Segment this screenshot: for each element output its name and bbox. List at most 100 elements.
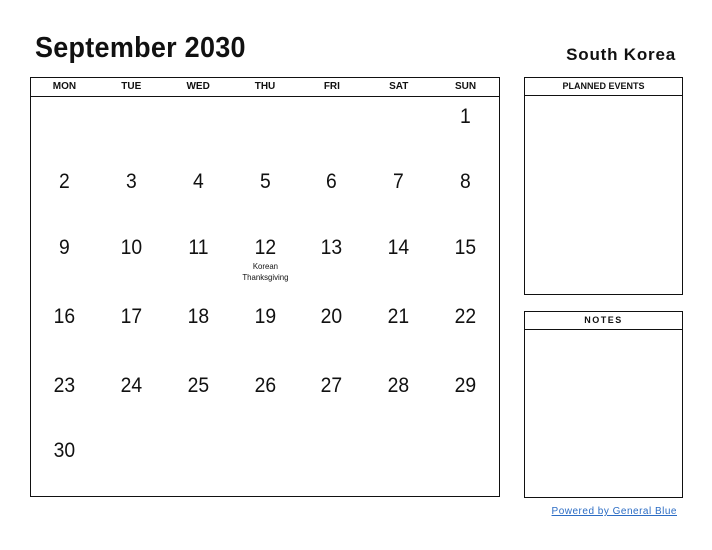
day-number [301,97,363,105]
day-number: 4 [192,170,204,193]
powered-by-link[interactable]: Powered by General Blue [552,506,677,517]
day-cell[interactable]: 13 [298,228,365,297]
day-number: 9 [59,236,70,259]
day-number: 8 [460,170,471,193]
day-number [101,431,163,439]
day-number [234,431,296,439]
day-cell[interactable]: 24 [98,366,165,431]
day-cell[interactable]: 2 [31,162,98,228]
day-cell[interactable] [98,431,165,495]
day-cell[interactable] [232,431,299,495]
notes-panel: NOTES [524,311,683,498]
day-number: 30 [53,439,76,462]
day-cell[interactable]: 22 [432,297,499,366]
day-cell[interactable]: 16 [31,297,98,366]
day-cell[interactable]: 26 [232,366,299,431]
day-number: 2 [59,170,70,193]
day-number: 14 [387,236,410,259]
day-cell[interactable]: 8 [432,162,499,228]
day-number [34,97,96,105]
day-cell[interactable] [31,97,98,162]
day-cell[interactable]: 20 [298,297,365,366]
day-cell[interactable]: 9 [31,228,98,297]
day-cell[interactable] [365,431,432,495]
day-number: 6 [326,170,338,193]
week-row: 30 [31,431,499,495]
day-cell[interactable] [232,97,299,162]
day-number: 15 [454,236,477,259]
day-number: 26 [254,374,276,397]
day-number [167,97,229,105]
day-number: 24 [120,374,143,397]
day-number: 22 [454,305,477,328]
day-cell[interactable]: 28 [365,366,432,431]
week-row: 23 24 25 26 27 28 29 [31,366,499,431]
day-cell[interactable]: 25 [165,366,232,431]
planned-events-heading: PLANNED EVENTS [525,78,682,96]
day-number: 12 [254,236,276,259]
weekday-header: MON TUE WED THU FRI SAT SUN [31,78,499,97]
day-cell[interactable]: 29 [432,366,499,431]
day-cell[interactable] [298,431,365,495]
day-cell[interactable]: 15 [432,228,499,297]
day-cell[interactable]: 6 [298,162,365,228]
day-cell[interactable] [298,97,365,162]
day-cell[interactable]: 18 [165,297,232,366]
day-cell[interactable] [165,97,232,162]
day-number: 20 [321,305,343,328]
day-cell[interactable]: 4 [165,162,232,228]
weekday-sat: SAT [389,81,409,92]
day-number [101,97,163,105]
weekday-fri: FRI [323,81,340,92]
day-number: 18 [187,305,209,328]
day-cell[interactable] [365,97,432,162]
day-cell[interactable]: 23 [31,366,98,431]
day-number: 5 [259,170,271,193]
day-cell[interactable]: 17 [98,297,165,366]
day-cell[interactable]: 3 [98,162,165,228]
day-cell[interactable]: 30 [31,431,98,495]
day-cell[interactable] [432,431,499,495]
weekday-mon: MON [52,81,77,92]
day-number: 1 [460,105,471,128]
day-number [435,431,497,439]
day-cell[interactable]: 7 [365,162,432,228]
day-cell[interactable]: 27 [298,366,365,431]
day-cell[interactable]: 11 [165,228,232,297]
country-label: South Korea [566,45,676,64]
day-number: 10 [120,236,143,259]
day-number: 21 [387,305,410,328]
day-number: 17 [120,305,143,328]
page-title: September 2030 [35,32,246,64]
day-number [368,431,430,439]
weekday-tue: TUE [121,81,142,92]
day-cell[interactable]: 10 [98,228,165,297]
day-cell[interactable]: 5 [232,162,299,228]
week-row: 2 3 4 5 6 7 8 [31,162,499,228]
weekday-thu: THU [254,81,276,92]
day-number: 25 [187,374,209,397]
week-row: 16 17 18 19 20 21 22 [31,297,499,366]
day-cell[interactable]: 14 [365,228,432,297]
day-number: 3 [125,170,137,193]
notes-heading: NOTES [525,312,682,330]
planned-events-panel: PLANNED EVENTS [524,77,683,295]
day-number: 16 [53,305,76,328]
day-number: 27 [321,374,343,397]
weekday-sun: SUN [455,81,477,92]
day-cell[interactable]: 12 Korean Thanksgiving [232,228,299,297]
week-row: 1 [31,97,499,162]
week-row: 9 10 11 12 Korean Thanksgiving 13 14 15 [31,228,499,297]
day-number: 28 [387,374,410,397]
day-cell[interactable]: 21 [365,297,432,366]
day-number: 19 [254,305,276,328]
day-number [368,97,430,105]
day-cell[interactable]: 19 [232,297,299,366]
day-number [301,431,363,439]
day-number [234,97,296,105]
day-cell[interactable]: 1 [432,97,499,162]
holiday-label: Korean Thanksgiving [241,261,289,282]
calendar-grid: MON TUE WED THU FRI SAT SUN 1 2 3 4 5 6 7 8 9 10 1… [30,77,500,497]
day-cell[interactable] [165,431,232,495]
day-cell[interactable] [98,97,165,162]
